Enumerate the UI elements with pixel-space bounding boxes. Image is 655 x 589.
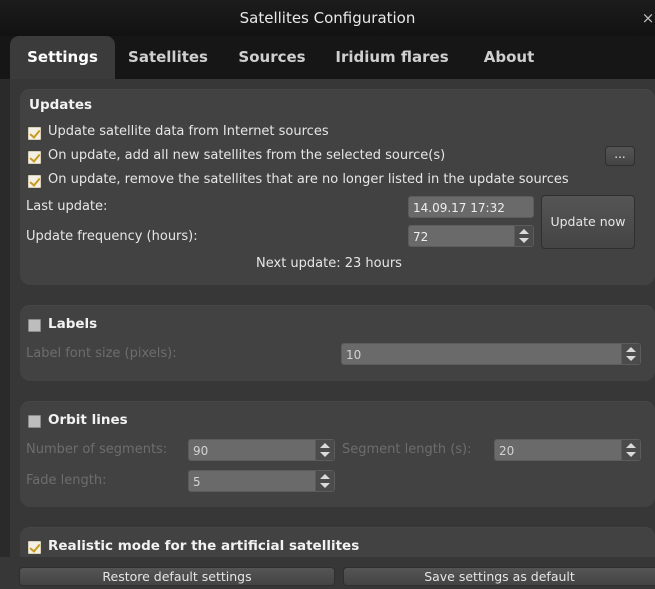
realistic-mode-group: Realistic mode for the artificial satell… xyxy=(20,527,655,557)
orbit-lines-heading: Orbit lines xyxy=(48,412,128,428)
update-from-internet-label: Update satellite data from Internet sour… xyxy=(48,124,329,139)
label-font-size-spinbox[interactable]: 10 xyxy=(341,343,641,365)
add-new-satellites-label: On update, add all new satellites from t… xyxy=(48,148,446,163)
spin-arrows-icon[interactable] xyxy=(315,440,334,460)
footer-bar: Restore default settings Save settings a… xyxy=(0,557,655,589)
select-sources-button[interactable]: ... xyxy=(605,146,635,166)
settings-panel: Updates Update satellite data from Inter… xyxy=(10,79,655,557)
segments-label: Number of segments: xyxy=(26,442,168,457)
spin-arrows-icon[interactable] xyxy=(621,440,640,460)
updates-heading: Updates xyxy=(29,97,93,113)
orbit-lines-checkbox[interactable] xyxy=(28,415,41,428)
label-font-size-label: Label font size (pixels): xyxy=(26,346,177,361)
orbit-lines-group: Orbit lines Number of segments: 90 Segme… xyxy=(20,401,655,507)
spin-arrows-icon[interactable] xyxy=(315,471,334,491)
segment-length-label: Segment length (s): xyxy=(342,442,472,457)
labels-group: Labels Label font size (pixels): 10 xyxy=(20,305,655,381)
title-bar: Satellites Configuration × xyxy=(0,0,655,36)
tab-settings[interactable]: Settings xyxy=(10,36,115,79)
update-now-button[interactable]: Update now xyxy=(541,195,635,249)
next-update-text: Next update: 23 hours xyxy=(256,256,402,271)
close-icon[interactable]: × xyxy=(641,0,655,36)
update-frequency-value: 72 xyxy=(413,230,429,244)
labels-heading: Labels xyxy=(48,316,98,332)
realistic-mode-heading: Realistic mode for the artificial satell… xyxy=(48,538,360,554)
tab-satellites[interactable]: Satellites xyxy=(120,36,216,79)
save-defaults-button[interactable]: Save settings as default xyxy=(343,567,655,586)
realistic-mode-checkbox[interactable] xyxy=(28,541,41,554)
fade-length-spinbox[interactable]: 5 xyxy=(188,470,335,492)
tab-bar: Settings Satellites Sources Iridium flar… xyxy=(0,36,655,79)
last-update-field: 14.09.17 17:32 xyxy=(408,196,534,218)
label-font-size-value: 10 xyxy=(346,348,362,362)
remove-unlisted-checkbox[interactable] xyxy=(28,175,41,188)
add-new-satellites-checkbox[interactable] xyxy=(28,151,41,164)
segments-spinbox[interactable]: 90 xyxy=(188,439,335,461)
remove-unlisted-label: On update, remove the satellites that ar… xyxy=(48,172,569,187)
last-update-label: Last update: xyxy=(26,199,108,214)
labels-checkbox[interactable] xyxy=(28,319,41,332)
update-frequency-spinbox[interactable]: 72 xyxy=(408,225,534,247)
fade-length-label: Fade length: xyxy=(26,473,107,488)
update-from-internet-checkbox[interactable] xyxy=(28,127,41,140)
tab-about[interactable]: About xyxy=(468,36,550,79)
updates-group: Updates Update satellite data from Inter… xyxy=(20,89,655,285)
segments-value: 90 xyxy=(193,444,209,458)
segment-length-spinbox[interactable]: 20 xyxy=(494,439,641,461)
segment-length-value: 20 xyxy=(499,444,515,458)
spin-arrows-icon[interactable] xyxy=(621,344,640,364)
spin-arrows-icon[interactable] xyxy=(514,226,533,246)
tab-iridium-flares[interactable]: Iridium flares xyxy=(330,36,454,79)
restore-defaults-button[interactable]: Restore default settings xyxy=(19,567,335,586)
update-frequency-label: Update frequency (hours): xyxy=(26,229,198,244)
fade-length-value: 5 xyxy=(193,475,201,489)
window-title: Satellites Configuration xyxy=(239,9,416,27)
tab-sources[interactable]: Sources xyxy=(228,36,316,79)
